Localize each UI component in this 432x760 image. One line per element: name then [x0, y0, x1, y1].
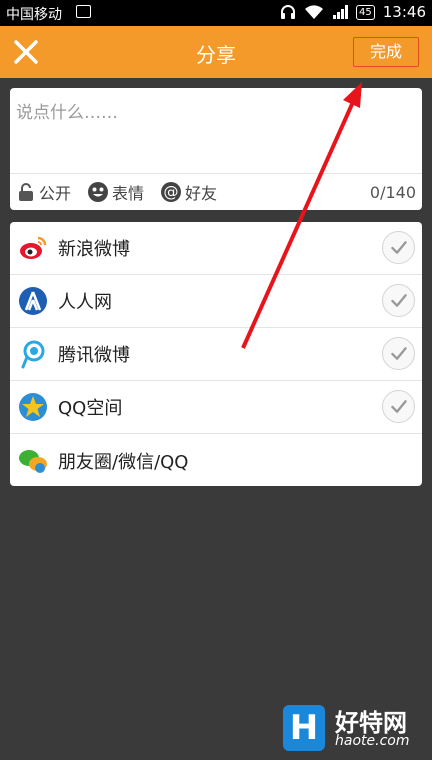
title-bar: 分享 完成 — [0, 26, 432, 78]
emoji-button[interactable]: 表情 — [87, 180, 144, 204]
share-target-moments-wechat-qq[interactable]: 朋友圈/微信/QQ — [10, 434, 422, 486]
friends-label: 好友 — [185, 184, 218, 203]
tencent-weibo-icon — [21, 340, 45, 369]
share-target-tencent-weibo[interactable]: 腾讯微博 — [10, 328, 422, 381]
sina-weibo-icon — [20, 236, 47, 259]
moments-wechat-qq-icon — [19, 450, 47, 473]
share-target-sina-weibo[interactable]: 新浪微博 — [10, 222, 422, 275]
share-target-label: QQ空间 — [58, 398, 123, 419]
share-target-renren[interactable]: 人人网 — [10, 275, 422, 328]
battery-indicator: 45 — [356, 4, 375, 20]
watermark: H 好特网 haote.com — [283, 703, 432, 755]
status-bar: 中国移动 45 13:46 — [0, 0, 432, 26]
watermark-logo: H — [283, 705, 325, 751]
message-input[interactable]: 说点什么…… — [16, 98, 414, 168]
image-notification-icon — [76, 5, 91, 18]
share-target-qzone[interactable]: QQ空间 — [10, 381, 422, 434]
lock-icon — [19, 183, 33, 201]
character-counter: 0/140 — [369, 182, 416, 202]
qzone-icon — [19, 393, 47, 421]
watermark-site-domain: haote.com — [335, 733, 410, 749]
at-icon: @ — [161, 182, 182, 202]
share-target-label: 人人网 — [58, 292, 112, 313]
carrier-label: 中国移动 — [6, 7, 62, 23]
share-target-label: 腾讯微博 — [58, 345, 130, 366]
wifi-icon — [305, 5, 324, 19]
headset-icon — [281, 5, 296, 19]
share-target-label: 朋友圈/微信/QQ — [58, 452, 189, 473]
checkmark-icon[interactable] — [382, 337, 415, 370]
checkmark-icon[interactable] — [382, 231, 415, 264]
done-button[interactable]: 完成 — [353, 37, 419, 67]
emoji-label: 表情 — [112, 184, 145, 203]
checkmark-icon[interactable] — [382, 284, 415, 317]
signal-icon — [333, 5, 349, 19]
clock: 13:46 — [382, 3, 426, 21]
visibility-label: 公开 — [39, 184, 72, 203]
checkmark-icon[interactable] — [382, 390, 415, 423]
share-target-list: 新浪微博 人人网 腾讯微博 QQ空间 朋友圈/微信/QQ — [10, 222, 422, 486]
mention-friends-button[interactable]: @ 好友 — [160, 180, 217, 204]
share-target-label: 新浪微博 — [58, 239, 130, 260]
renren-icon — [19, 287, 47, 315]
status-icons: 45 13:46 — [280, 3, 426, 21]
svg-text:@: @ — [164, 183, 179, 201]
visibility-button[interactable]: 公开 — [16, 180, 71, 204]
emoji-icon — [88, 182, 109, 202]
compose-card: 说点什么…… 公开 表情 @ 好友 0/140 — [10, 88, 422, 210]
compose-toolbar: 公开 表情 @ 好友 0/140 — [10, 173, 422, 210]
